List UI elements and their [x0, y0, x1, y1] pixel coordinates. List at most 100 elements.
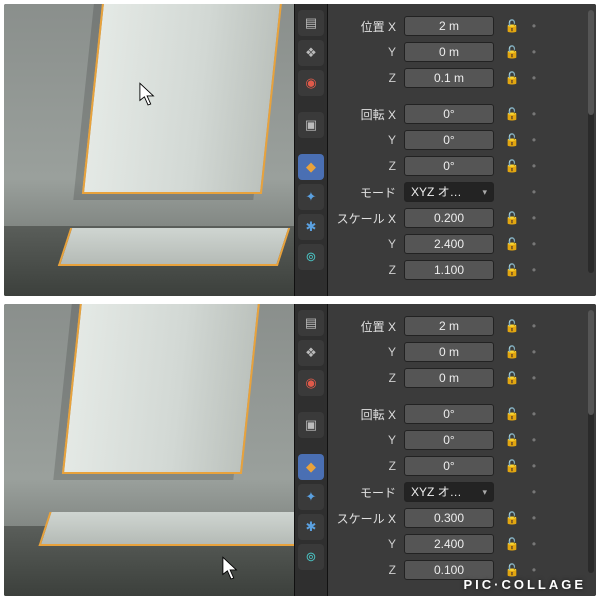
keyframe-dot-icon[interactable]: •	[526, 68, 542, 88]
particle-icon[interactable]: ✱	[298, 214, 324, 240]
keyframe-dot-icon[interactable]: •	[526, 534, 542, 554]
mesh-base[interactable]	[58, 228, 290, 266]
lock-icon[interactable]: 🔓	[502, 430, 522, 450]
keyframe-dot-icon[interactable]: •	[526, 42, 542, 62]
location-z-field[interactable]: 0.1 m	[404, 68, 494, 88]
lock-icon[interactable]: 🔓	[502, 68, 522, 88]
lock-icon[interactable]: 🔓	[502, 342, 522, 362]
location-y-field[interactable]: 0 m	[404, 42, 494, 62]
axis-label-z: Z	[332, 371, 404, 385]
lock-icon[interactable]: 🔓	[502, 42, 522, 62]
location-x-field[interactable]: 2 m	[404, 316, 494, 336]
keyframe-dot-icon[interactable]: •	[526, 508, 542, 528]
lock-icon[interactable]: 🔓	[502, 208, 522, 228]
archive-icon[interactable]: ▣	[298, 112, 324, 138]
axis-label-z: Z	[332, 71, 404, 85]
lock-icon[interactable]: 🔓	[502, 316, 522, 336]
wrench-icon[interactable]: ✦	[298, 484, 324, 510]
object-icon[interactable]: ◆	[298, 454, 324, 480]
lock-icon[interactable]: 🔓	[502, 16, 522, 36]
panel-scrollbar[interactable]	[588, 310, 594, 573]
keyframe-dot-icon[interactable]: •	[526, 368, 542, 388]
mode-label: モード	[332, 484, 404, 501]
rotation-z-field[interactable]: 0°	[404, 456, 494, 476]
lock-icon[interactable]: 🔓	[502, 156, 522, 176]
lock-icon[interactable]: 🔓	[502, 404, 522, 424]
rotation-label: 回転 X	[332, 406, 404, 423]
location-x-field[interactable]: 2 m	[404, 16, 494, 36]
panel-scrollbar[interactable]	[588, 10, 594, 273]
keyframe-dot-icon[interactable]: •	[526, 156, 542, 176]
world-icon[interactable]: ◉	[298, 70, 324, 96]
keyframe-dot-icon[interactable]: •	[526, 316, 542, 336]
rotation-y-field[interactable]: 0°	[404, 130, 494, 150]
mesh-selected[interactable]	[62, 304, 266, 474]
location-label: 位置 X	[332, 318, 404, 335]
particle-icon[interactable]: ✱	[298, 514, 324, 540]
scale-y-field[interactable]: 2.400	[404, 234, 494, 254]
images-icon[interactable]: ▤	[298, 310, 324, 336]
properties-tabs: ▤ ❖ ◉ ▣ ◆ ✦ ✱ ⊚	[294, 4, 328, 296]
object-icon[interactable]: ◆	[298, 154, 324, 180]
rotation-mode-value: XYZ オ…	[411, 483, 462, 501]
archive-icon[interactable]: ▣	[298, 412, 324, 438]
rotation-mode-select[interactable]: XYZ オ… ▾	[404, 182, 494, 202]
rotation-x-field[interactable]: 0°	[404, 404, 494, 424]
lock-icon[interactable]: 🔓	[502, 508, 522, 528]
rotation-x-field[interactable]: 0°	[404, 104, 494, 124]
scale-y-field[interactable]: 2.400	[404, 534, 494, 554]
collage-root: ▤ ❖ ◉ ▣ ◆ ✦ ✱ ⊚ 位置 X 2 m 🔓 • Y 0 m 🔓 •	[0, 0, 600, 600]
screenshot-top: ▤ ❖ ◉ ▣ ◆ ✦ ✱ ⊚ 位置 X 2 m 🔓 • Y 0 m 🔓 •	[4, 4, 596, 296]
keyframe-dot-icon[interactable]: •	[526, 182, 542, 202]
drop-icon[interactable]: ❖	[298, 340, 324, 366]
lock-icon[interactable]: 🔓	[502, 234, 522, 254]
axis-label-y: Y	[332, 433, 404, 447]
location-y-field[interactable]: 0 m	[404, 342, 494, 362]
keyframe-dot-icon[interactable]: •	[526, 430, 542, 450]
lock-icon[interactable]: 🔓	[502, 260, 522, 280]
scroll-thumb[interactable]	[588, 10, 594, 115]
rotation-label: 回転 X	[332, 106, 404, 123]
viewport-3d[interactable]	[4, 304, 294, 596]
chevron-down-icon: ▾	[482, 483, 487, 501]
scale-x-field[interactable]: 0.300	[404, 508, 494, 528]
axis-label-z: Z	[332, 563, 404, 577]
location-z-field[interactable]: 0 m	[404, 368, 494, 388]
transform-panel: 位置 X 2 m 🔓 • Y 0 m 🔓 • Z 0.1 m 🔓 • 回転 X	[328, 4, 596, 296]
keyframe-dot-icon[interactable]: •	[526, 482, 542, 502]
keyframe-dot-icon[interactable]: •	[526, 104, 542, 124]
drop-icon[interactable]: ❖	[298, 40, 324, 66]
axis-label-y: Y	[332, 45, 404, 59]
images-icon[interactable]: ▤	[298, 10, 324, 36]
rotation-y-field[interactable]: 0°	[404, 430, 494, 450]
mesh-base[interactable]	[38, 512, 309, 546]
scale-label: スケール X	[332, 510, 404, 527]
keyframe-dot-icon[interactable]: •	[526, 208, 542, 228]
axis-label-z: Z	[332, 459, 404, 473]
lock-icon[interactable]: 🔓	[502, 130, 522, 150]
keyframe-dot-icon[interactable]: •	[526, 404, 542, 424]
lock-icon[interactable]: 🔓	[502, 456, 522, 476]
lock-icon[interactable]: 🔓	[502, 368, 522, 388]
scale-z-field[interactable]: 1.100	[404, 260, 494, 280]
lock-icon[interactable]: 🔓	[502, 534, 522, 554]
viewport-3d[interactable]	[4, 4, 294, 296]
rotation-mode-select[interactable]: XYZ オ… ▾	[404, 482, 494, 502]
keyframe-dot-icon[interactable]: •	[526, 342, 542, 362]
axis-label-y: Y	[332, 537, 404, 551]
constraint-icon[interactable]: ⊚	[298, 244, 324, 270]
keyframe-dot-icon[interactable]: •	[526, 16, 542, 36]
lock-icon[interactable]: 🔓	[502, 104, 522, 124]
keyframe-dot-icon[interactable]: •	[526, 456, 542, 476]
keyframe-dot-icon[interactable]: •	[526, 130, 542, 150]
scale-x-field[interactable]: 0.200	[404, 208, 494, 228]
constraint-icon[interactable]: ⊚	[298, 544, 324, 570]
location-label: 位置 X	[332, 18, 404, 35]
keyframe-dot-icon[interactable]: •	[526, 234, 542, 254]
rotation-z-field[interactable]: 0°	[404, 156, 494, 176]
keyframe-dot-icon[interactable]: •	[526, 260, 542, 280]
scroll-thumb[interactable]	[588, 310, 594, 415]
mesh-selected[interactable]	[82, 4, 286, 194]
wrench-icon[interactable]: ✦	[298, 184, 324, 210]
world-icon[interactable]: ◉	[298, 370, 324, 396]
